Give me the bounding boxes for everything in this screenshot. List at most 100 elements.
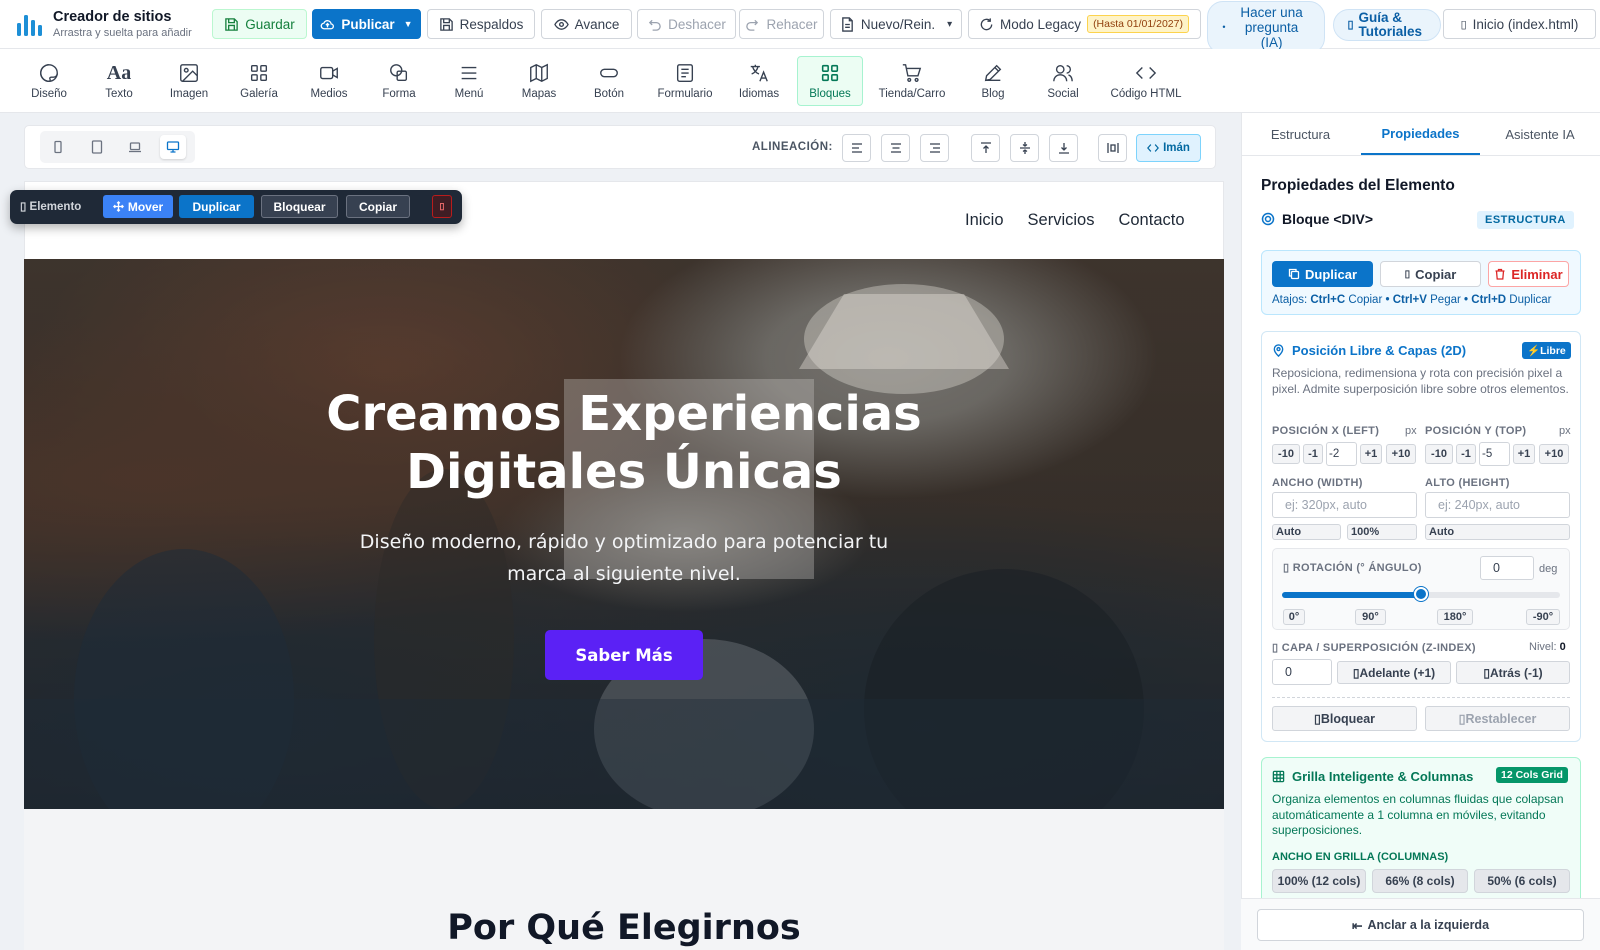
tool-shape-label: Forma xyxy=(382,88,416,100)
backups-button[interactable]: Respaldos xyxy=(427,9,535,39)
y-plus-10-button[interactable]: +10 xyxy=(1539,444,1569,464)
tab-ai-assistant[interactable]: Asistente IA xyxy=(1480,114,1600,155)
bring-forward-button[interactable]: ▯ Adelante (+1) xyxy=(1337,661,1451,684)
publish-button[interactable]: Publicar ▼ xyxy=(312,9,421,39)
hero-cta-button[interactable]: Saber Más xyxy=(545,630,703,680)
guides-button[interactable]: ▯ Guía & Tutoriales xyxy=(1333,9,1441,41)
site-nav-item[interactable]: Contacto xyxy=(1118,211,1184,230)
position-x-input[interactable]: -2 xyxy=(1326,442,1357,466)
align-right-button[interactable] xyxy=(920,134,949,162)
ask-ai-button[interactable]: • Hacer una pregunta (IA) xyxy=(1207,1,1325,54)
align-middle-button[interactable] xyxy=(1010,134,1039,162)
y-plus-1-button[interactable]: +1 xyxy=(1513,444,1535,464)
divider xyxy=(1272,697,1570,698)
element-duplicate-button[interactable]: Duplicar xyxy=(179,195,254,218)
shortcut-key: Ctrl+D xyxy=(1471,294,1507,306)
align-top-button[interactable] xyxy=(971,134,1000,162)
tool-gallery[interactable]: Galería xyxy=(234,56,284,106)
element-lock-button[interactable]: Bloquear xyxy=(261,195,338,218)
x-plus-10-button[interactable]: +10 xyxy=(1386,444,1416,464)
device-laptop-button[interactable] xyxy=(122,135,148,159)
undo-button[interactable]: Deshacer xyxy=(637,9,736,39)
tool-shop[interactable]: Tienda/Carro xyxy=(876,56,948,106)
legacy-mode-button[interactable]: Modo Legacy (Hasta 01/01/2027) xyxy=(968,9,1201,39)
page-selector[interactable]: ▯ Inicio (index.html) xyxy=(1443,9,1596,39)
send-backward-label: Atrás (-1) xyxy=(1489,665,1543,680)
tool-media[interactable]: Medios xyxy=(304,56,354,106)
tool-button[interactable]: Botón xyxy=(584,56,634,106)
position-y-input[interactable]: -5 xyxy=(1479,442,1510,466)
site-nav-item[interactable]: Servicios xyxy=(1028,211,1095,230)
align-left-button[interactable] xyxy=(842,134,871,162)
site-nav-item[interactable]: Inicio xyxy=(965,211,1004,230)
lock-button[interactable]: ▯ Bloquear xyxy=(1272,706,1417,731)
tool-social[interactable]: Social xyxy=(1038,56,1088,106)
align-center-button[interactable] xyxy=(881,134,910,162)
copy-icon xyxy=(1288,268,1300,280)
delete-button[interactable]: Eliminar xyxy=(1488,261,1569,287)
align-bottom-button[interactable] xyxy=(1049,134,1078,162)
device-mobile-button[interactable] xyxy=(45,135,71,159)
element-move-button[interactable]: Mover xyxy=(103,195,173,218)
tab-structure[interactable]: Estructura xyxy=(1241,114,1360,155)
width-100-button[interactable]: 100% xyxy=(1347,524,1417,540)
tool-blog[interactable]: Blog xyxy=(968,56,1018,106)
width-auto-button[interactable]: Auto xyxy=(1272,524,1341,540)
distribute-button[interactable] xyxy=(1098,134,1127,162)
copy-button[interactable]: ▯ Copiar xyxy=(1380,261,1481,287)
reset-button[interactable]: ▯ Restablecer xyxy=(1425,706,1570,731)
form-icon xyxy=(676,64,694,82)
panel-heading: Propiedades del Elemento xyxy=(1261,177,1455,194)
element-delete-button[interactable]: ▯ xyxy=(432,195,452,218)
tool-languages[interactable]: Idiomas xyxy=(734,56,784,106)
tool-shape[interactable]: Forma xyxy=(374,56,424,106)
redo-button[interactable]: Rehacer xyxy=(739,9,824,39)
tool-maps[interactable]: Mapas xyxy=(514,56,564,106)
rotation-preset-button[interactable]: 0° xyxy=(1283,609,1305,625)
x-minus-10-button[interactable]: -10 xyxy=(1272,444,1300,464)
rotation-preset-button[interactable]: 90° xyxy=(1355,609,1386,625)
tool-menu[interactable]: Menú xyxy=(444,56,494,106)
tool-form[interactable]: Formulario xyxy=(654,56,716,106)
tool-text[interactable]: Aa Texto xyxy=(94,56,144,106)
tab-properties[interactable]: Propiedades xyxy=(1361,114,1480,155)
tool-html-code[interactable]: Código HTML xyxy=(1108,56,1184,106)
magnet-snap-button[interactable]: Imán xyxy=(1136,134,1201,162)
users-icon xyxy=(1053,64,1073,82)
rotation-preset-button[interactable]: 180° xyxy=(1437,609,1473,625)
x-minus-1-button[interactable]: -1 xyxy=(1303,444,1323,464)
z-index-input[interactable]: 0 xyxy=(1272,659,1332,685)
tool-design[interactable]: Diseño xyxy=(24,56,74,106)
send-backward-button[interactable]: ▯ Atrás (-1) xyxy=(1456,661,1570,684)
height-auto-button[interactable]: Auto xyxy=(1425,524,1570,540)
location-pin-icon xyxy=(1273,344,1284,357)
phone-icon xyxy=(54,140,62,154)
height-input[interactable]: ej: 240px, auto xyxy=(1425,492,1570,518)
grid-width-option[interactable]: 66% (8 cols) xyxy=(1372,869,1468,893)
x-plus-1-button[interactable]: +1 xyxy=(1360,444,1382,464)
rotation-preset-button[interactable]: -90° xyxy=(1526,609,1560,625)
grid-width-option[interactable]: 50% (6 cols) xyxy=(1474,869,1570,893)
duplicate-button[interactable]: Duplicar xyxy=(1272,261,1373,287)
device-desktop-button[interactable] xyxy=(160,135,186,159)
publish-caret-icon: ▼ xyxy=(403,19,413,29)
y-minus-1-button[interactable]: -1 xyxy=(1456,444,1476,464)
width-input[interactable]: ej: 320px, auto xyxy=(1272,492,1417,518)
tool-html-code-label: Código HTML xyxy=(1110,88,1182,100)
preview-button[interactable]: Avance xyxy=(541,9,632,39)
rotation-input[interactable]: 0 xyxy=(1480,556,1534,580)
y-minus-10-button[interactable]: -10 xyxy=(1425,444,1453,464)
shapes-icon xyxy=(390,64,408,82)
rotation-slider-handle[interactable] xyxy=(1414,587,1428,601)
tool-blocks[interactable]: Bloques xyxy=(797,56,863,106)
new-reset-button[interactable]: Nuevo/Rein. ▾ xyxy=(830,9,962,39)
tool-image[interactable]: Imagen xyxy=(164,56,214,106)
device-tablet-button[interactable] xyxy=(84,135,110,159)
save-button[interactable]: Guardar xyxy=(212,9,307,39)
grid-width-option[interactable]: 100% (12 cols) xyxy=(1272,869,1366,893)
anchor-left-button[interactable]: ⇤ Anclar a la izquierda xyxy=(1257,909,1584,941)
element-copy-button[interactable]: Copiar xyxy=(346,195,410,218)
block-name-label: Bloque <DIV> xyxy=(1282,211,1374,227)
section-title: Por Qué Elegirnos xyxy=(447,908,801,948)
tool-media-label: Medios xyxy=(310,88,348,100)
